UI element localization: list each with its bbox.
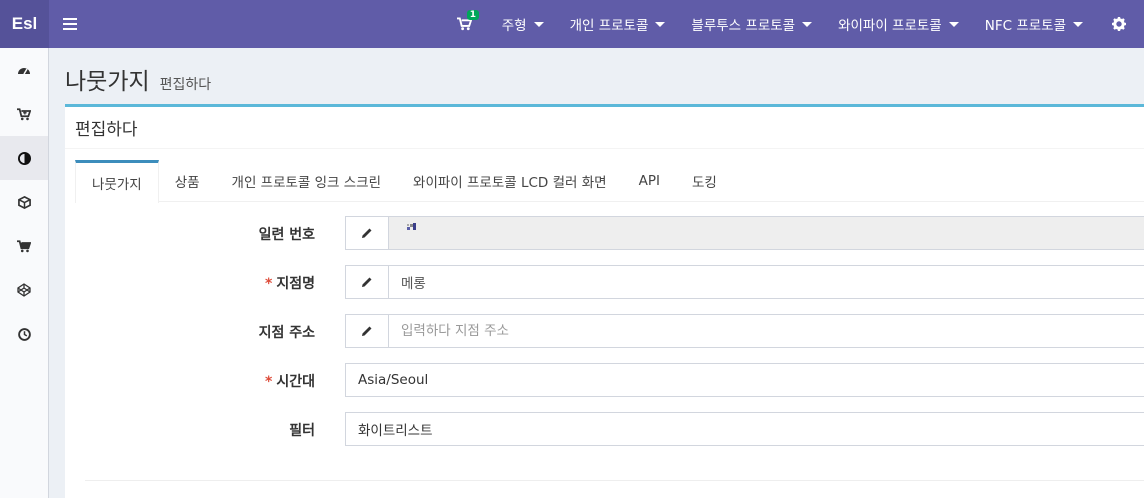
store-address-field[interactable]	[389, 315, 1144, 347]
form-row-timezone: * 시간대 Asia/Seoul	[65, 363, 1144, 397]
store-name-label-text: 지점명	[276, 276, 315, 292]
tab-private-ink-screen[interactable]: 개인 프로토콜 잉크 스크린	[216, 160, 398, 202]
sidebar-item-codepen[interactable]	[0, 268, 48, 312]
cart-plus-icon	[17, 107, 31, 120]
box-title: 편집하다	[65, 107, 1144, 149]
form-row-serial: 일련 번호	[65, 216, 1144, 250]
store-address-input-group	[345, 314, 1144, 348]
app-logo[interactable]: Esl	[0, 0, 49, 48]
menu-label: NFC 프로토콜	[984, 18, 1066, 34]
required-mark: *	[265, 374, 273, 390]
store-name-edit-button[interactable]	[346, 266, 389, 298]
gear-icon	[1112, 17, 1126, 31]
menu-toggle-icon[interactable]	[63, 18, 77, 30]
tab-branch[interactable]: 나뭇가지	[75, 160, 159, 203]
pencil-icon	[362, 326, 372, 336]
cube-icon	[17, 195, 31, 209]
edit-box: 편집하다 나뭇가지 상품 개인 프로토콜 잉크 스크린 와이파이 프로토콜 LC…	[65, 104, 1144, 498]
sidebar-item-cube[interactable]	[0, 180, 48, 224]
tab-api[interactable]: API	[623, 160, 676, 202]
sidebar	[0, 48, 49, 498]
filter-field[interactable]: 화이트리스트	[345, 412, 1144, 446]
form-row-filter: 필터 화이트리스트	[65, 412, 1144, 446]
menu-bluetooth-protocol[interactable]: 블루투스 프로토콜	[678, 0, 825, 48]
menu-nfc-protocol[interactable]: NFC 프로토콜	[972, 0, 1096, 48]
main-content: 나뭇가지 편집하다 편집하다 나뭇가지 상품 개인 프로토콜 잉크 스크린 와이…	[49, 48, 1144, 498]
store-address-label: 지점 주소	[258, 325, 315, 341]
serial-input-group	[345, 216, 1144, 250]
caret-down-icon	[948, 21, 959, 27]
caret-down-icon	[533, 21, 544, 27]
nav-right: 1 주형 개인 프로토콜 블루투스 프로토콜 와이파이 프로토콜 NFC 프로토…	[447, 0, 1144, 48]
tab-docking[interactable]: 도킹	[676, 160, 733, 202]
pencil-icon	[362, 277, 372, 287]
caret-down-icon	[655, 21, 666, 27]
adjust-icon	[17, 151, 31, 165]
timezone-field[interactable]: Asia/Seoul	[345, 363, 1144, 397]
top-navbar: Esl 1 주형 개인 프로토콜 블루투스 프로토콜 와이파이 프로토콜 NFC…	[0, 0, 1144, 48]
caret-down-icon	[1073, 21, 1083, 27]
store-name-label: * 지점명	[65, 273, 315, 293]
serial-field	[389, 217, 1144, 249]
clock-icon	[17, 327, 31, 341]
page-title: 나뭇가지	[65, 69, 150, 95]
tab-wifi-lcd-color[interactable]: 와이파이 프로토콜 LCD 컬러 화면	[397, 160, 623, 202]
store-name-field[interactable]: 메롱	[389, 266, 1144, 298]
serial-edit-button[interactable]	[346, 217, 389, 249]
cart-count-badge: 1	[466, 10, 480, 20]
codepen-icon	[17, 283, 31, 297]
sidebar-item-clock[interactable]	[0, 312, 48, 356]
caret-down-icon	[802, 21, 813, 27]
sidebar-item-dashboard[interactable]	[0, 48, 48, 92]
form-divider	[85, 480, 1144, 481]
dashboard-icon	[18, 68, 30, 75]
store-address-edit-button[interactable]	[346, 315, 389, 347]
page-subtitle: 편집하다	[159, 77, 212, 93]
filter-label: 필터	[289, 423, 315, 439]
form-row-store-name: * 지점명 메롱	[65, 265, 1144, 299]
sidebar-item-shopping-cart[interactable]	[0, 224, 48, 268]
timezone-label: * 시간대	[65, 371, 315, 391]
menu-wifi-protocol[interactable]: 와이파이 프로토콜	[825, 0, 972, 48]
tab-bar: 나뭇가지 상품 개인 프로토콜 잉크 스크린 와이파이 프로토콜 LCD 컬러 …	[75, 160, 1144, 203]
required-mark: *	[265, 276, 273, 292]
sidebar-item-adjust[interactable]	[0, 136, 48, 180]
store-name-input-group: 메롱	[345, 265, 1144, 299]
menu-mold[interactable]: 주형	[489, 0, 557, 48]
menu-label: 개인 프로토콜	[569, 18, 649, 34]
sidebar-item-cart-plus[interactable]	[0, 92, 48, 136]
pixel-glyph-icon	[407, 223, 416, 230]
pencil-icon	[362, 228, 372, 238]
menu-label: 와이파이 프로토콜	[838, 18, 942, 34]
shopping-cart-icon	[17, 239, 31, 252]
cart-button[interactable]: 1	[447, 0, 489, 48]
menu-label: 주형	[501, 18, 527, 34]
serial-label: 일련 번호	[258, 227, 315, 243]
page-header: 나뭇가지 편집하다	[49, 48, 1144, 105]
menu-label: 블루투스 프로토콜	[691, 18, 796, 34]
settings-button[interactable]	[1096, 0, 1144, 48]
form-row-store-address: 지점 주소	[65, 314, 1144, 348]
tab-products[interactable]: 상품	[159, 160, 216, 202]
menu-private-protocol[interactable]: 개인 프로토콜	[557, 0, 679, 48]
timezone-label-text: 시간대	[276, 374, 315, 390]
